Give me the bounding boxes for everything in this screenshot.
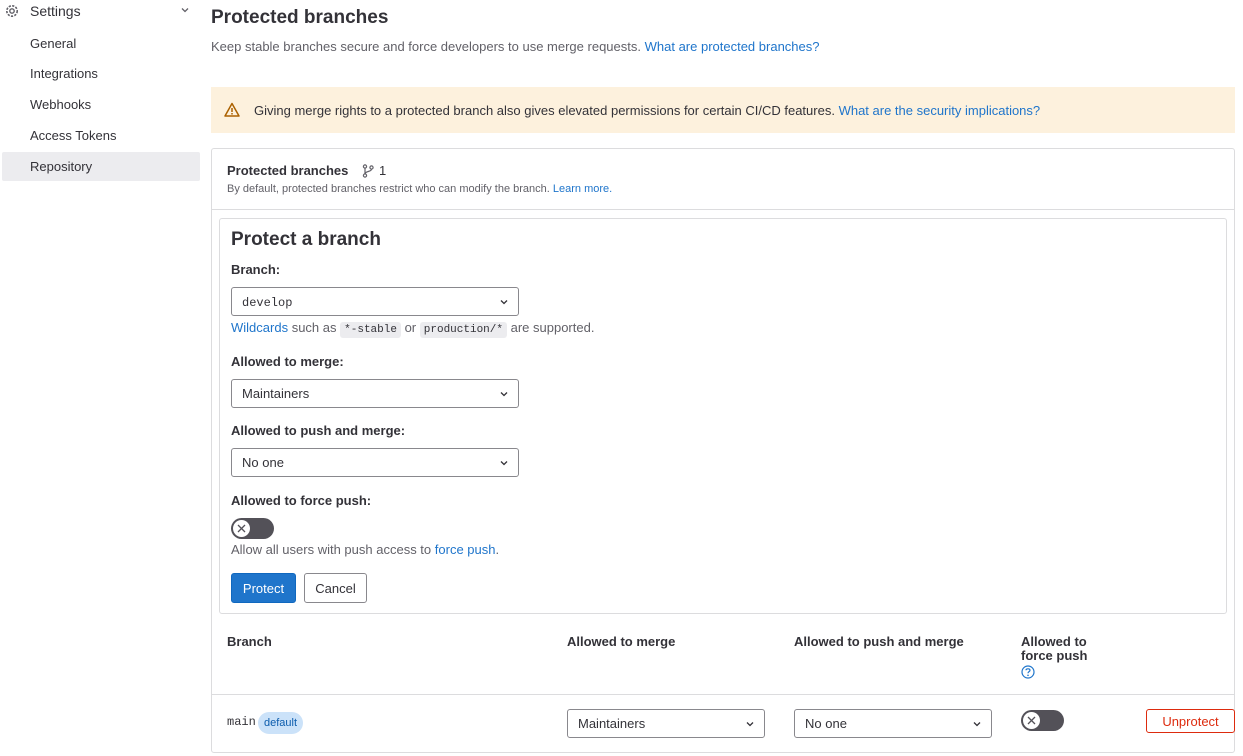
branch-select[interactable]: develop — [231, 287, 519, 316]
force-push-help-text: Allow all users with push access to — [231, 542, 432, 557]
force-push-link[interactable]: force push — [435, 542, 496, 557]
force-push-help: Allow all users with push access to forc… — [231, 542, 499, 557]
close-icon — [1027, 716, 1036, 725]
force-push-toggle[interactable] — [231, 518, 274, 539]
row-push-select[interactable]: No one — [794, 709, 992, 738]
settings-section-header[interactable]: Settings — [0, 0, 200, 22]
branch-icon — [362, 164, 374, 178]
toggle-knob — [1023, 712, 1040, 729]
sidebar-item-webhooks[interactable]: Webhooks — [2, 90, 200, 119]
close-icon — [237, 524, 246, 533]
sidebar-item-general[interactable]: General — [2, 29, 200, 58]
table-divider — [212, 694, 1234, 695]
branch-select-value: develop — [242, 296, 293, 310]
push-select-value: No one — [242, 455, 284, 470]
wildcard-hint: Wildcards such as *-stable or production… — [231, 320, 595, 338]
chevron-down-icon — [500, 300, 508, 305]
column-header-push: Allowed to push and merge — [794, 634, 964, 649]
force-push-header-line1: Allowed to — [1021, 634, 1087, 649]
column-header-force-push: Allowed to force push — [1021, 635, 1087, 679]
chevron-down-icon — [181, 8, 189, 13]
learn-more-link[interactable]: Learn more. — [553, 183, 612, 195]
wildcard-text-end: are supported. — [510, 320, 595, 335]
row-push-value: No one — [805, 716, 847, 731]
warning-icon — [224, 102, 240, 117]
security-warning-alert: Giving merge rights to a protected branc… — [211, 87, 1235, 133]
form-title: Protect a branch — [231, 229, 381, 250]
card-subtitle: By default, protected branches restrict … — [227, 183, 612, 195]
force-push-label: Allowed to force push: — [231, 493, 372, 508]
wildcard-example-production: production/* — [419, 322, 507, 338]
push-access-select[interactable]: No one — [231, 448, 519, 477]
chevron-down-icon — [500, 392, 508, 397]
sidebar-item-access-tokens[interactable]: Access Tokens — [2, 121, 200, 150]
page-title: Protected branches — [211, 7, 389, 28]
card-subtitle-text: By default, protected branches restrict … — [227, 183, 550, 195]
chevron-down-icon — [746, 722, 754, 727]
column-header-branch: Branch — [227, 634, 272, 649]
sidebar-item-repository[interactable]: Repository — [2, 152, 200, 181]
branch-count: 1 — [379, 163, 387, 178]
branch-label: Branch: — [231, 262, 281, 277]
alert-text: Giving merge rights to a protected branc… — [254, 102, 835, 118]
protect-button[interactable]: Protect — [231, 573, 296, 603]
security-implications-link[interactable]: What are the security implications? — [839, 103, 1041, 118]
merge-access-select[interactable]: Maintainers — [231, 379, 519, 408]
sidebar-item-integrations[interactable]: Integrations — [2, 59, 200, 88]
card-header: Protected branches 1 By default, protect… — [212, 149, 1234, 210]
default-badge: default — [258, 712, 304, 734]
push-label: Allowed to push and merge: — [231, 423, 406, 438]
column-header-merge: Allowed to merge — [567, 634, 676, 649]
force-push-header-line2: force push — [1021, 648, 1088, 663]
help-icon[interactable] — [1021, 665, 1035, 679]
protected-branches-card: Protected branches 1 By default, protect… — [211, 148, 1235, 753]
merge-select-value: Maintainers — [242, 386, 310, 401]
chevron-down-icon — [973, 722, 981, 727]
row-merge-value: Maintainers — [578, 716, 646, 731]
wildcards-link[interactable]: Wildcards — [231, 320, 288, 335]
chevron-down-icon — [500, 461, 508, 466]
sidebar: Settings General Integrations Webhooks A… — [0, 0, 203, 756]
wildcard-text: such as — [291, 320, 337, 335]
wildcard-text-or: or — [404, 320, 417, 335]
page-description-text: Keep stable branches secure and force de… — [211, 39, 641, 54]
row-force-push-toggle[interactable] — [1021, 710, 1064, 731]
toggle-knob — [233, 520, 250, 537]
branch-name: main — [227, 715, 256, 729]
settings-title: Settings — [30, 3, 81, 19]
wildcard-example-stable: *-stable — [340, 322, 401, 338]
gear-icon — [6, 5, 18, 17]
cancel-button[interactable]: Cancel — [304, 573, 367, 603]
page-description: Keep stable branches secure and force de… — [211, 39, 820, 54]
protected-branches-help-link[interactable]: What are protected branches? — [645, 39, 820, 54]
protect-branch-form: Protect a branch Branch: develop Wildcar… — [219, 218, 1227, 614]
row-merge-select[interactable]: Maintainers — [567, 709, 765, 738]
force-push-help-end: . — [495, 542, 500, 557]
unprotect-button[interactable]: Unprotect — [1146, 709, 1235, 733]
merge-label: Allowed to merge: — [231, 354, 344, 369]
card-title: Protected branches — [227, 163, 349, 178]
